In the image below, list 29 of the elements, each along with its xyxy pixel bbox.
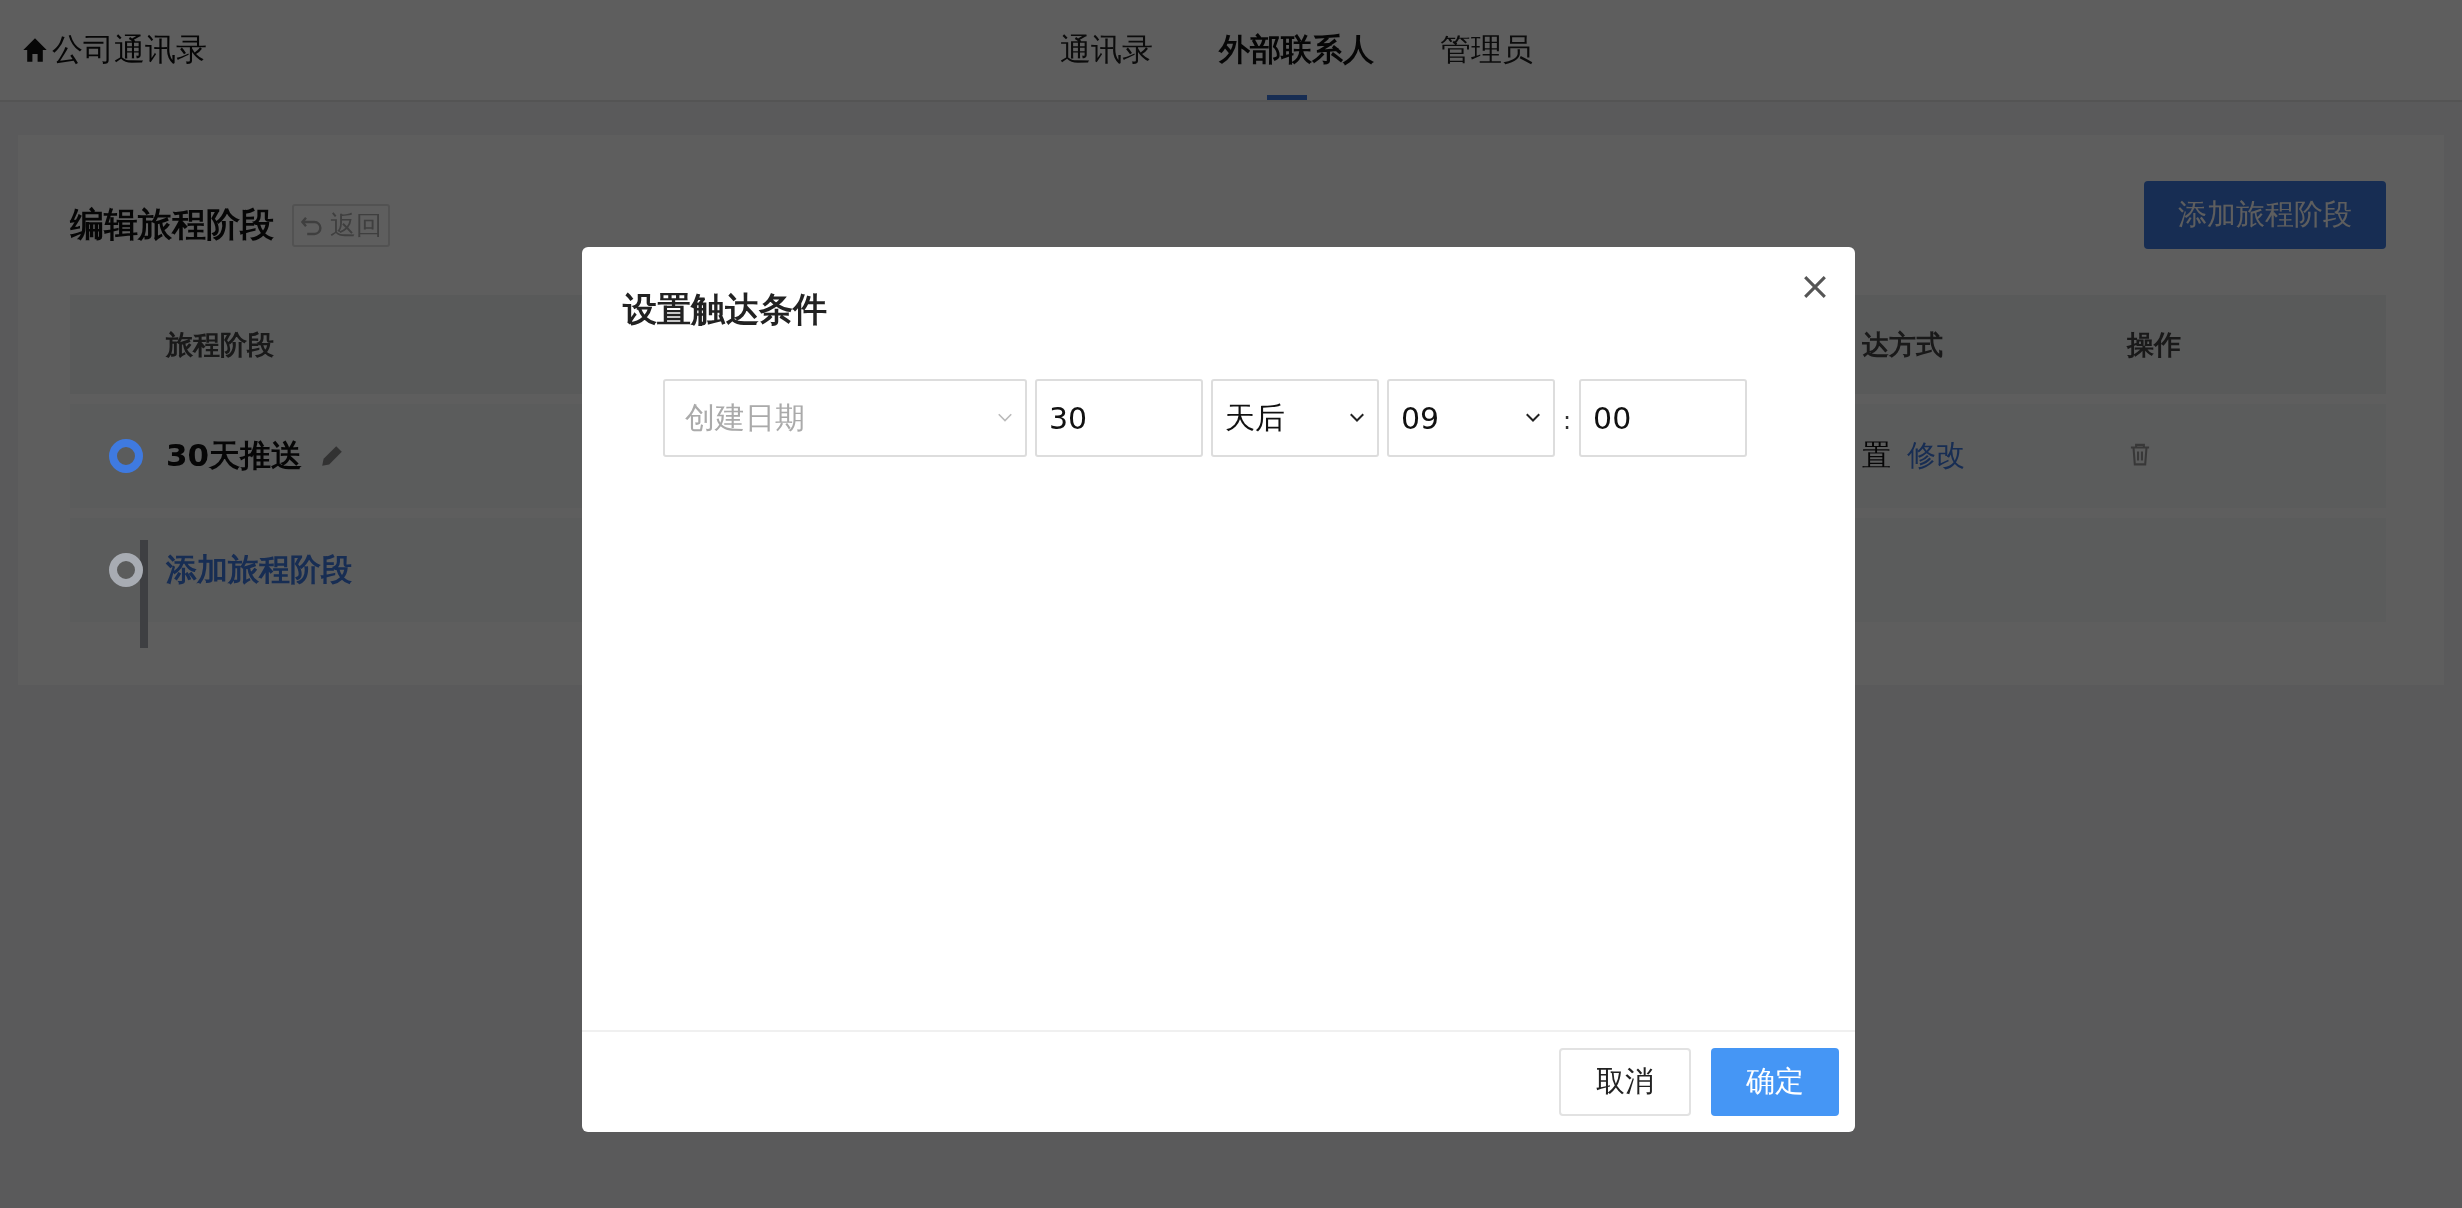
timeline-node-icon [108, 438, 144, 474]
brand-title: 公司通讯录 [52, 30, 207, 69]
add-stage-link[interactable]: 添加旅程阶段 [166, 549, 352, 591]
hour-select[interactable]: 09 [1387, 379, 1555, 457]
chevron-icon [1349, 413, 1365, 423]
minute-input[interactable]: 00 [1579, 379, 1748, 457]
close-icon[interactable] [1801, 273, 1829, 301]
cancel-button[interactable]: 取消 [1559, 1048, 1691, 1116]
confirm-button[interactable]: 确定 [1711, 1048, 1839, 1116]
column-header: 旅程阶段 [164, 327, 275, 362]
nav-tab[interactable]: 外部联系人 [1219, 0, 1374, 100]
chevron-icon [997, 413, 1013, 423]
chevron-icon [1525, 413, 1541, 423]
method-text: 置 [1862, 437, 1891, 474]
date-select[interactable]: 创建日期 [663, 379, 1027, 457]
unit-select[interactable]: 天后 [1211, 379, 1379, 457]
edit-link[interactable]: 修改 [1907, 436, 1965, 476]
add-stage-button[interactable]: 添加旅程阶段 [2144, 181, 2386, 249]
column-header: 操作 [2127, 327, 2182, 362]
column-header: 达方式 [1862, 327, 1944, 362]
page-title: 编辑旅程阶段 [70, 203, 274, 246]
days-input[interactable]: 30 [1035, 379, 1203, 457]
time-separator: : [1563, 407, 1572, 435]
dialog-title: 设置触达条件 [623, 288, 827, 331]
stage-name: 30天推送 [166, 436, 303, 475]
timeline-node-icon [108, 552, 144, 588]
nav-tab[interactable]: 管理员 [1440, 0, 1533, 100]
home-icon[interactable] [22, 37, 48, 63]
nav-tab[interactable]: 通讯录 [1060, 0, 1153, 100]
